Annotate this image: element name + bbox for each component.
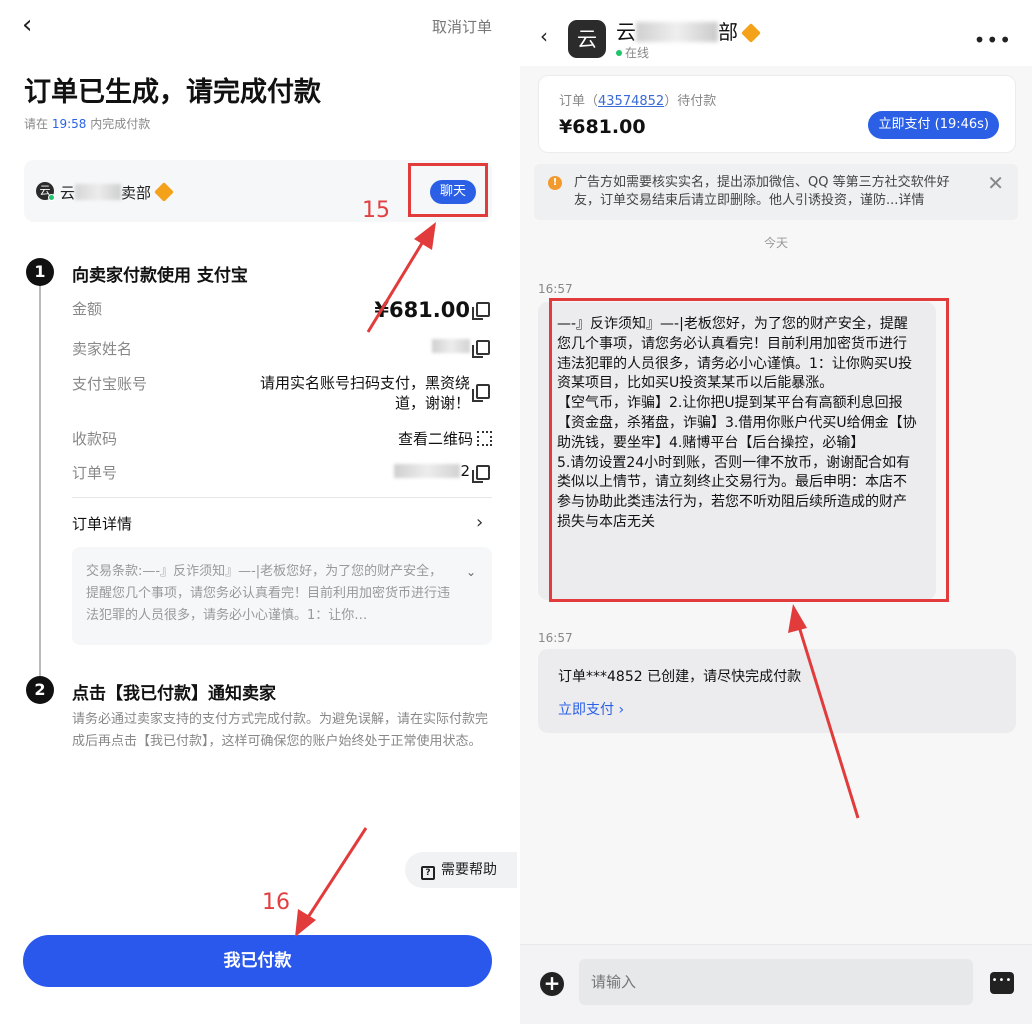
step-number: 1 — [26, 258, 54, 286]
seller-name: 云部 — [616, 16, 761, 45]
alipay-account-value: 请用实名账号扫码支付，黑资绕道，谢谢！ — [259, 374, 470, 412]
copy-icon[interactable] — [472, 340, 490, 358]
view-qr-code-link[interactable]: 查看二维码 — [398, 428, 492, 449]
back-icon[interactable]: ‹ — [540, 26, 548, 46]
step-connector — [39, 272, 41, 684]
copy-icon[interactable] — [472, 384, 490, 402]
message-time: 16:57 — [538, 631, 573, 645]
plus-icon[interactable]: + — [540, 972, 564, 996]
trade-terms-text: 交易条款:—-』反诈须知』—-|老板您好，为了您的财产安全，提醒您几个事项，请您… — [86, 564, 451, 623]
annotation-box — [549, 298, 949, 602]
qr-code-icon — [477, 431, 492, 446]
system-message-text: 订单***4852 已创建，请尽快完成付款 — [558, 669, 802, 685]
redacted-blur — [75, 184, 122, 200]
chat-screen: ‹ 云 云部 在线 ••• 订单（43574852）待付款 ¥681.00 立即… — [520, 0, 1032, 1024]
avatar: 云 — [568, 20, 606, 58]
order-card: 订单（43574852）待付款 ¥681.00 立即支付 (19:46s) — [538, 75, 1016, 153]
online-dot — [48, 194, 55, 201]
page-title: 订单已生成，请完成付款 — [24, 77, 321, 108]
qr-code-label: 收款码 — [72, 430, 118, 448]
step-description: 请务必通过卖家支持的支付方式完成付款。为避免误解，请在实际付款完成后再点击【我已… — [72, 712, 489, 749]
chat-header: ‹ 云 云部 在线 ••• — [520, 0, 1032, 66]
divider — [72, 497, 492, 498]
step-number: 2 — [26, 676, 54, 704]
message-input[interactable] — [579, 959, 973, 1005]
chevron-right-icon[interactable]: › — [476, 512, 483, 533]
payment-timer: 请在 19:58 内完成付款 — [24, 117, 151, 131]
alipay-account-label: 支付宝账号 — [72, 375, 148, 393]
help-icon: ? — [421, 866, 435, 880]
input-bar: + ••• — [520, 944, 1032, 1024]
copy-icon[interactable] — [472, 465, 490, 483]
message-time: 16:57 — [538, 282, 573, 296]
system-message: 订单***4852 已创建，请尽快完成付款 立即支付 › — [538, 649, 1016, 733]
chevron-down-icon[interactable]: ⌄ — [466, 561, 476, 583]
seller-name-label: 卖家姓名 — [72, 340, 133, 358]
date-separator: 今天 — [763, 236, 788, 250]
order-detail-toggle[interactable]: 订单详情 — [72, 513, 132, 534]
copy-icon[interactable] — [472, 302, 490, 320]
pay-now-link[interactable]: 立即支付 › — [558, 699, 624, 719]
order-payment-screen: ‹ 取消订单 订单已生成，请完成付款 请在 19:58 内完成付款 云 云卖部 … — [0, 0, 517, 1024]
online-status: 在线 — [616, 44, 649, 61]
order-number-value: 2 — [394, 462, 470, 480]
verified-badge-icon — [154, 182, 174, 202]
help-button[interactable]: ? 需要帮助 — [405, 852, 517, 888]
amount-value: ¥681.00 — [374, 298, 470, 322]
annotation-box — [408, 163, 488, 217]
annotation-number: 15 — [362, 198, 390, 223]
more-icon[interactable]: ••• — [974, 30, 1012, 50]
i-have-paid-button[interactable]: 我已付款 — [23, 935, 492, 987]
step-title: 点击【我已付款】通知卖家 — [72, 684, 276, 704]
annotation-number: 16 — [262, 890, 290, 915]
step-title: 向卖家付款使用 支付宝 — [72, 266, 248, 286]
close-icon[interactable]: ✕ — [987, 173, 1004, 193]
order-number-label: 订单号 — [72, 464, 118, 482]
redacted-blur — [432, 339, 470, 353]
verified-badge-icon — [741, 23, 761, 43]
warning-notice: ! 广告方如需要核实实名，提出添加微信、QQ 等第三方社交软件好友，订单交易结束… — [534, 164, 1018, 220]
redacted-blur — [394, 464, 461, 478]
back-icon[interactable]: ‹ — [22, 12, 32, 38]
notice-text[interactable]: 广告方如需要核实实名，提出添加微信、QQ 等第三方社交软件好友，订单交易结束后请… — [574, 174, 974, 210]
online-dot — [616, 50, 622, 56]
order-id-link[interactable]: 43574852 — [598, 94, 664, 109]
quick-reply-icon[interactable]: ••• — [990, 972, 1014, 994]
redacted-blur — [636, 22, 718, 42]
pay-now-button[interactable]: 立即支付 (19:46s) — [868, 111, 999, 139]
amount-label: 金额 — [72, 300, 103, 318]
warning-icon: ! — [548, 176, 562, 190]
timer-value: 19:58 — [51, 117, 87, 131]
trade-terms-box[interactable]: 交易条款:—-』反诈须知』—-|老板您好，为了您的财产安全，提醒您几个事项，请您… — [72, 547, 492, 645]
cancel-order-button[interactable]: 取消订单 — [432, 16, 492, 37]
order-price: ¥681.00 — [559, 116, 646, 138]
seller-name-value — [432, 339, 470, 357]
order-status-line: 订单（43574852）待付款 — [559, 94, 717, 109]
seller-name: 云卖部 — [60, 182, 174, 203]
